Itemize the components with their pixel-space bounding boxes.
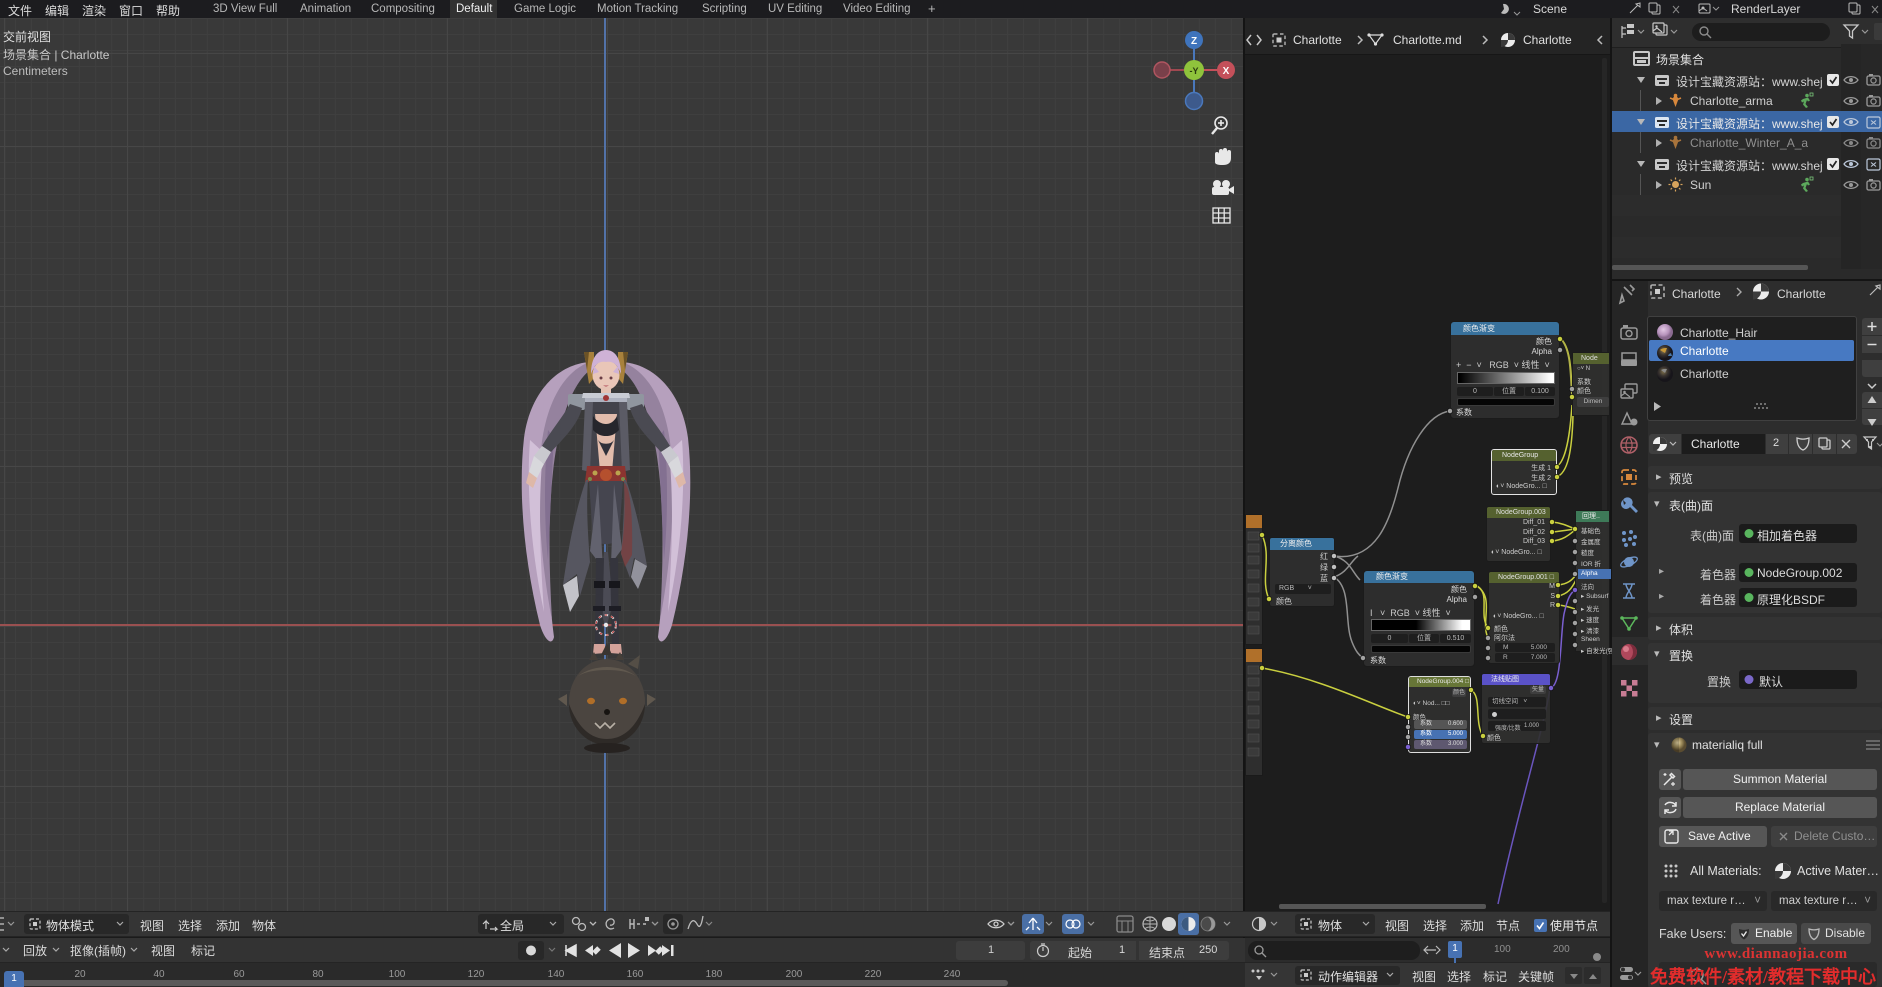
svg-text:Z: Z xyxy=(1191,36,1197,47)
svg-text:X: X xyxy=(1223,66,1230,77)
svg-text:-Y: -Y xyxy=(1190,66,1199,76)
